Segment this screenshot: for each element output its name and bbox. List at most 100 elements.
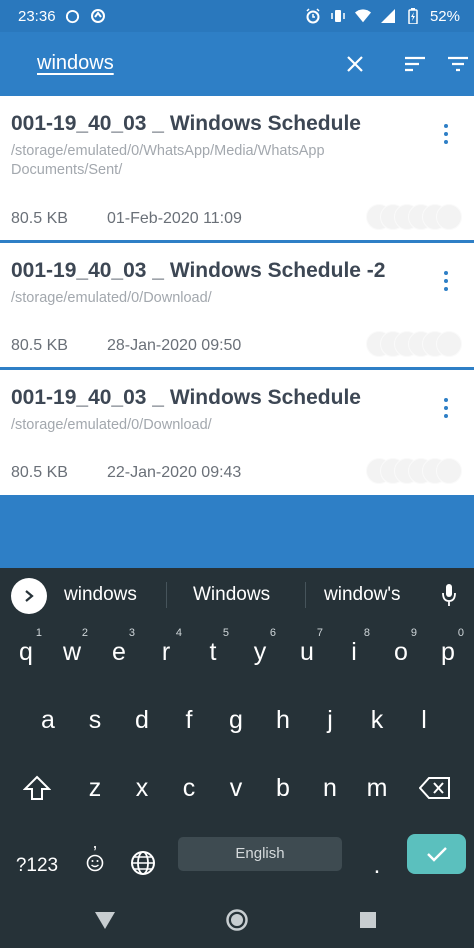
backspace-key[interactable] (415, 766, 455, 810)
file-path: /storage/emulated/0/WhatsApp/Media/Whats… (11, 143, 325, 178)
battery-percent: 52% (429, 7, 460, 25)
alarm-icon (305, 8, 321, 24)
file-size: 80.5 KB (11, 210, 68, 227)
file-result-item[interactable]: 001-19_40_03 _ Windows Schedule /storage… (0, 96, 474, 243)
key-hint: 5 (222, 627, 229, 639)
key-m[interactable]: m (357, 766, 397, 810)
file-path: /storage/emulated/0/Download/ (11, 417, 212, 433)
signal-icon (380, 8, 396, 24)
search-results-list: 001-19_40_03 _ Windows Schedule /storage… (0, 96, 474, 495)
suggestion-word[interactable]: Windows (193, 584, 270, 606)
suggestion-word[interactable]: window's (324, 584, 401, 606)
key-label: p (441, 638, 455, 666)
navigation-bar (0, 890, 474, 948)
file-title: 001-19_40_03 _ Windows Schedule (11, 386, 361, 409)
key-hint: 1 (35, 627, 42, 639)
key-label: u (300, 638, 314, 666)
key-hint: 6 (269, 627, 276, 639)
globe-icon[interactable] (128, 850, 158, 880)
close-icon[interactable] (341, 50, 369, 78)
space-key[interactable]: English (178, 837, 342, 871)
period-key[interactable]: . (362, 844, 392, 888)
search-input[interactable]: windows (37, 52, 114, 75)
key-hint: 7 (316, 627, 323, 639)
tag-circles (366, 204, 464, 230)
file-result-item[interactable]: 001-19_40_03 _ Windows Schedule -2 /stor… (0, 243, 474, 370)
key-n[interactable]: n (310, 766, 350, 810)
tag-circles (366, 458, 464, 484)
divider (166, 582, 167, 608)
key-z[interactable]: z (75, 766, 115, 810)
key-w[interactable]: w2 (52, 627, 92, 674)
file-path: /storage/emulated/0/Download/ (11, 290, 212, 306)
divider (305, 582, 306, 608)
key-p[interactable]: p0 (428, 627, 468, 674)
key-label: i (351, 638, 357, 666)
key-d[interactable]: d (122, 698, 162, 742)
key-x[interactable]: x (122, 766, 162, 810)
key-a[interactable]: a (28, 698, 68, 742)
vibrate-icon (330, 8, 346, 24)
key-l[interactable]: l (404, 698, 444, 742)
battery-icon (405, 8, 421, 24)
key-label: e (112, 638, 126, 666)
key-r[interactable]: r4 (146, 627, 186, 674)
key-f[interactable]: f (169, 698, 209, 742)
file-date: 22-Jan-2020 09:43 (107, 464, 242, 481)
key-label: w (62, 638, 82, 666)
data-saver-icon (90, 8, 106, 24)
shift-key[interactable] (17, 766, 57, 810)
key-hint: 0 (457, 627, 464, 639)
sort-icon[interactable] (401, 50, 429, 78)
emoji-key[interactable]: , (80, 832, 110, 882)
status-time: 23:36 (18, 7, 56, 25)
key-hint: 9 (410, 627, 417, 639)
more-options-icon[interactable] (434, 265, 458, 297)
key-k[interactable]: k (357, 698, 397, 742)
key-j[interactable]: j (310, 698, 350, 742)
key-c[interactable]: c (169, 766, 209, 810)
filter-icon[interactable] (444, 50, 472, 78)
file-title: 001-19_40_03 _ Windows Schedule -2 (11, 259, 386, 282)
tag-circles (366, 331, 464, 357)
chevron-right-icon[interactable] (11, 578, 47, 614)
key-label: y (253, 638, 267, 666)
back-icon[interactable] (93, 908, 117, 932)
home-icon[interactable] (225, 908, 249, 932)
key-s[interactable]: s (75, 698, 115, 742)
key-label: r (161, 638, 171, 666)
key-v[interactable]: v (216, 766, 256, 810)
key-t[interactable]: t5 (193, 627, 233, 674)
key-e[interactable]: e3 (99, 627, 139, 674)
sync-circle-icon (65, 8, 81, 24)
key-q[interactable]: q1 (6, 627, 46, 674)
key-b[interactable]: b (263, 766, 303, 810)
key-hint: 4 (175, 627, 182, 639)
suggestion-word[interactable]: windows (64, 584, 137, 606)
key-g[interactable]: g (216, 698, 256, 742)
key-hint: 3 (128, 627, 135, 639)
status-bar: 23:36 52% (0, 0, 474, 32)
file-size: 80.5 KB (11, 464, 68, 481)
file-size: 80.5 KB (11, 337, 68, 354)
file-result-item[interactable]: 001-19_40_03 _ Windows Schedule /storage… (0, 370, 474, 495)
key-hint: 8 (363, 627, 370, 639)
recents-icon[interactable] (356, 908, 380, 932)
key-o[interactable]: o9 (381, 627, 421, 674)
enter-check-key[interactable] (407, 834, 466, 874)
key-hint: 2 (81, 627, 88, 639)
file-date: 28-Jan-2020 09:50 (107, 337, 242, 354)
more-options-icon[interactable] (434, 118, 458, 150)
file-title: 001-19_40_03 _ Windows Schedule (11, 112, 361, 135)
key-i[interactable]: i8 (334, 627, 374, 674)
symbols-key[interactable]: ?123 (8, 844, 66, 888)
more-options-icon[interactable] (434, 392, 458, 424)
key-y[interactable]: y6 (240, 627, 280, 674)
key-label: q (19, 638, 33, 666)
key-h[interactable]: h (263, 698, 303, 742)
key-label: t (209, 638, 217, 666)
microphone-icon[interactable] (438, 580, 460, 610)
file-date: 01-Feb-2020 11:09 (107, 210, 242, 227)
comma-label: , (92, 832, 98, 852)
key-u[interactable]: u7 (287, 627, 327, 674)
